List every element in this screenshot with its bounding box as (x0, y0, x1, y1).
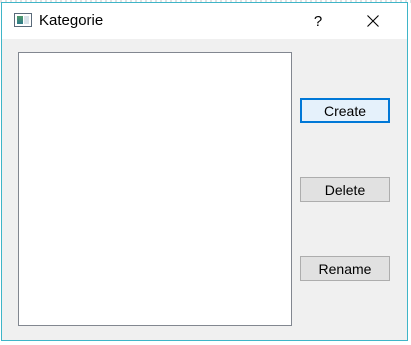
category-list[interactable] (18, 52, 292, 326)
rename-button[interactable]: Rename (300, 256, 390, 281)
app-window-icon (14, 13, 32, 27)
dialog-window: Kategorie ? Create Delete Rename (1, 2, 408, 341)
close-icon (367, 15, 379, 27)
title-bar: Kategorie ? (2, 3, 407, 39)
help-label: ? (313, 12, 323, 30)
delete-button[interactable]: Delete (300, 177, 390, 202)
create-button[interactable]: Create (300, 98, 390, 123)
window-title: Kategorie (39, 12, 104, 29)
close-button[interactable] (348, 3, 398, 39)
help-button[interactable]: ? (298, 3, 338, 39)
